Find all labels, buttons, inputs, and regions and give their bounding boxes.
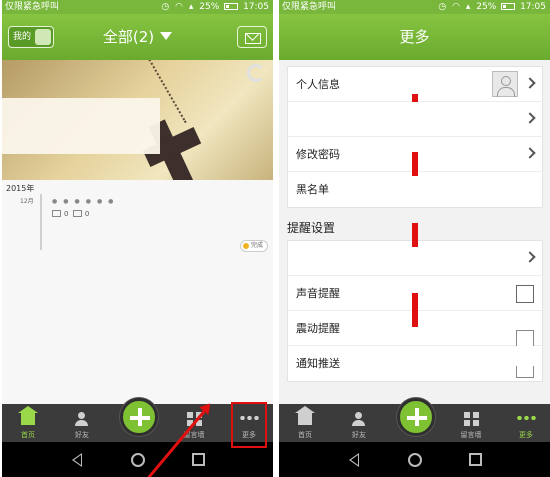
mail-button[interactable] [237,26,267,48]
annotation-mark [412,94,418,102]
annotation-mark [412,152,418,176]
row-push-notification[interactable]: 通知推送 [288,346,542,381]
chevron-right-icon [524,251,536,263]
photo-count: 0 [64,210,69,218]
more-dots-icon [516,416,536,420]
wifi-icon: ◠ [175,2,184,12]
status-bar: 仅限紧急呼叫 ◷ ◠ ▴ 25% 17:05 [2,0,273,14]
home-circle-icon[interactable] [408,453,422,467]
battery-percent: 25% [476,2,497,12]
friends-icon [351,412,367,426]
grid-icon [464,412,479,426]
row-redacted[interactable] [288,102,542,137]
timeline-month: 12月 [20,198,34,205]
row-blacklist-label: 黑名单 [296,183,329,196]
nav-home-label: 首页 [21,431,35,439]
timeline-list[interactable]: 2015年 12月 ●●●●●● 0 0 完成 [2,180,273,404]
status-right: ◷ ◠ ▴ 25% 17:05 [438,0,546,14]
nav-more-label: 更多 [519,431,533,439]
add-button[interactable] [120,398,158,436]
entry-counts: 0 0 [52,210,89,218]
row-sound-reminder-label: 声音提醒 [296,287,340,300]
home-circle-icon[interactable] [131,453,145,467]
back-icon[interactable] [72,453,82,467]
status-bar: 仅限紧急呼叫 ◷ ◠ ▴ 25% 17:05 [279,0,550,14]
nav-home-label: 首页 [298,431,312,439]
comment-icon [72,210,82,217]
cover-image [2,60,273,180]
nav-more[interactable]: 更多 [506,404,546,442]
carrier-text: 仅限紧急呼叫 [282,2,337,12]
caret-down-icon [160,32,173,40]
title-bar: 我的 全部(2) [2,14,273,60]
carrier-text: 仅限紧急呼叫 [5,2,60,12]
row-change-password-label: 修改密码 [296,148,340,161]
status-right: ◷ ◠ ▴ 25% 17:05 [161,0,269,14]
home-icon [295,406,315,425]
nav-wall[interactable]: 留言墙 [451,404,491,442]
battery-icon [501,3,516,10]
account-settings-group: 个人信息 修改密码 黑名单 [287,66,543,208]
signal-icon: ▴ [465,2,471,12]
row-blacklist[interactable]: 黑名单 [288,172,542,207]
timeline-year: 2015年 [6,184,35,193]
chevron-right-icon [524,77,536,89]
blurred-region [2,98,160,154]
alarm-icon: ◷ [161,2,170,12]
vibration-reminder-checkbox[interactable] [516,330,534,346]
annotation-mark [412,223,418,247]
row-vibration-reminder-label: 震动提醒 [296,322,340,335]
alarm-icon: ◷ [438,2,447,12]
phone-screen-right: 仅限紧急呼叫 ◷ ◠ ▴ 25% 17:05 更多 个人信息 修改密码 黑名单 [279,0,550,477]
nav-home[interactable]: 首页 [8,404,48,442]
page-title: 更多 [399,28,430,46]
recent-apps-icon[interactable] [469,453,482,466]
battery-percent: 25% [199,2,220,12]
section-title-reminders: 提醒设置 [287,221,336,235]
photo-icon [52,210,61,217]
nav-friends-label: 好友 [75,431,89,439]
annotation-highlight-box [231,402,267,448]
status-time: 17:05 [520,2,546,12]
back-icon[interactable] [349,453,359,467]
friends-icon [74,412,90,426]
row-push-notification-label: 通知推送 [296,357,340,370]
nav-friends[interactable]: 好友 [339,404,379,442]
home-icon [18,406,38,425]
signal-icon: ▴ [188,2,194,12]
title-bar: 更多 [279,14,550,60]
avatar-placeholder-icon [492,71,518,97]
nav-friends[interactable]: 好友 [62,404,102,442]
system-nav-bar [279,442,550,477]
add-button[interactable] [397,398,435,436]
finish-badge[interactable]: 完成 [240,240,268,252]
comment-count: 0 [84,210,90,218]
sound-reminder-checkbox[interactable] [516,285,534,303]
status-time: 17:05 [243,2,269,12]
nav-wall-label: 留言墙 [460,431,482,439]
recent-apps-icon[interactable] [192,453,205,466]
page-title: 全部(2) [102,28,155,46]
chevron-right-icon [524,112,536,124]
chevron-right-icon [524,147,536,159]
nav-home[interactable]: 首页 [285,404,325,442]
phone-screen-left: 仅限紧急呼叫 ◷ ◠ ▴ 25% 17:05 我的 全部(2) 2015年 12… [2,0,273,477]
timeline-axis [40,194,42,250]
progress-dots: ●●●●●● [52,198,120,205]
annotation-mark [412,293,418,327]
push-notification-checkbox[interactable] [516,366,534,378]
wifi-icon: ◠ [452,2,461,12]
filter-dropdown[interactable]: 全部(2) [2,14,273,60]
battery-icon [224,3,239,10]
row-profile-label: 个人信息 [296,78,340,91]
refresh-icon[interactable] [247,64,265,82]
nav-friends-label: 好友 [352,431,366,439]
